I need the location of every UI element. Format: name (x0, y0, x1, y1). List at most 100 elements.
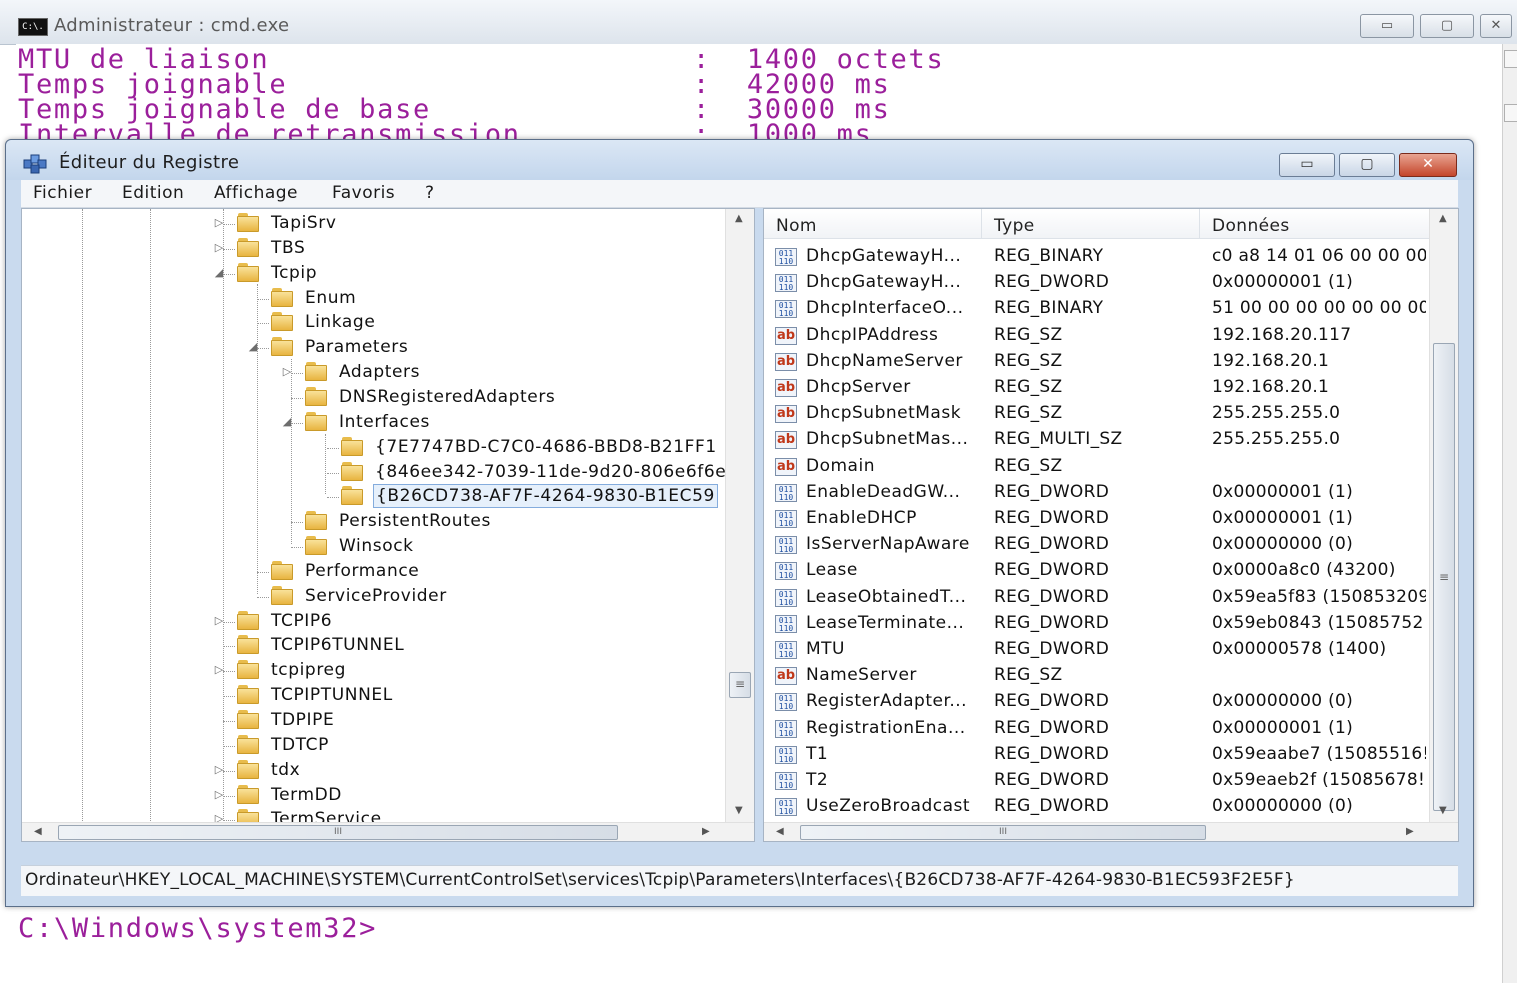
value-row[interactable]: ab DhcpSubnetMask REG_SZ 255.255.255.0 (764, 401, 1424, 427)
scroll-up-icon[interactable]: ▲ (1439, 213, 1447, 224)
folder-body (305, 514, 327, 531)
expand-arrow-icon[interactable]: ▷ (213, 763, 225, 776)
value-row[interactable]: 011 110 T2 REG_DWORD 0x59eaeb2f (15085678! (764, 768, 1425, 794)
value-name: Lease (806, 560, 858, 581)
minimize-icon: ▭ (1380, 18, 1394, 33)
scroll-down-icon[interactable]: ▼ (735, 805, 743, 816)
tree-vertical-scrollbar[interactable]: ▲ ≡ ▼ (725, 209, 754, 823)
value-row[interactable]: ab Domain REG_SZ (764, 454, 1424, 480)
expand-arrow-icon[interactable]: ▷ (213, 788, 225, 801)
value-row[interactable]: 011 110 IsServerNapAware REG_DWORD 0x000000… (764, 532, 1424, 558)
collapse-arrow-icon[interactable]: ◢ (213, 266, 225, 279)
tree-horizontal-scrollbar[interactable]: ◀ III ▶ (22, 822, 754, 841)
cmd-title-bar[interactable]: C:\. Administrateur : cmd.exe ▭ ▢ ✕ (0, 0, 1517, 45)
column-header-name[interactable]: Nom (764, 209, 982, 239)
folder-icon (305, 536, 327, 556)
scroll-right-icon[interactable]: ▶ (702, 826, 710, 837)
expand-arrow-icon[interactable]: ▷ (213, 216, 225, 229)
close-icon: ✕ (1422, 156, 1434, 172)
scroll-right-icon[interactable]: ▶ (1406, 826, 1414, 837)
list-hscroll-thumb[interactable]: III (800, 825, 1206, 840)
string-value-icon: ab (775, 405, 797, 424)
expand-arrow-icon[interactable]: ▷ (281, 365, 293, 378)
scroll-up-icon[interactable]: ▲ (735, 213, 743, 224)
collapse-arrow-icon[interactable]: ◢ (281, 415, 293, 428)
folder-body (237, 663, 259, 680)
tree-node-label: Winsock (339, 536, 414, 557)
cmd-vertical-scrollbar[interactable] (1502, 44, 1517, 983)
value-row[interactable]: ab DhcpNameServer REG_SZ 192.168.20.1 (764, 349, 1424, 375)
tree-hscroll-thumb[interactable]: III (58, 825, 618, 840)
scroll-left-icon[interactable]: ◀ (34, 826, 42, 837)
folder-body (271, 340, 293, 357)
menu-favoris[interactable]: Favoris (332, 183, 395, 203)
cmd-window-title: Administrateur : cmd.exe (54, 15, 290, 36)
regedit-maximize-button[interactable]: ▢ (1339, 153, 1395, 177)
menu-edition[interactable]: Edition (122, 183, 184, 203)
list-horizontal-scrollbar[interactable]: ◀ III ▶ (764, 822, 1458, 841)
menu-affichage[interactable]: Affichage (214, 183, 298, 203)
value-row[interactable]: 011 110 LeaseTerminate... REG_DWORD 0x59eb0… (764, 611, 1426, 637)
menu-help[interactable]: ? (425, 183, 435, 203)
folder-icon (237, 610, 259, 630)
value-name: EnableDeadGW... (806, 481, 961, 502)
string-value-icon: ab (775, 667, 797, 686)
value-data: 0x00000578 (1400) (1212, 639, 1387, 659)
value-data: 0x00000000 (0) (1212, 691, 1354, 712)
regedit-minimize-button[interactable]: ▭ (1279, 153, 1335, 177)
value-row[interactable]: 011 110 UseZeroBroadcast REG_DWORD 0x000000… (764, 794, 1424, 820)
expand-arrow-icon[interactable]: ▷ (213, 614, 225, 627)
cmd-scroll-up-button[interactable] (1504, 50, 1517, 68)
value-row[interactable]: 011 110 Lease REG_DWORD 0x0000a8c0 (43200) (764, 558, 1424, 584)
string-value-icon: ab (775, 457, 797, 476)
collapse-arrow-icon[interactable]: ◢ (247, 340, 259, 353)
value-row[interactable]: 011 110 RegistrationEna... REG_DWORD 0x0000… (764, 716, 1424, 742)
value-row[interactable]: ab NameServer REG_SZ (764, 663, 1424, 689)
value-row[interactable]: 011 110 LeaseObtainedT... REG_DWORD 0x59ea5… (764, 585, 1426, 611)
registry-values-list[interactable]: Nom Type Données 011 110 DhcpGatewayH... R… (763, 208, 1459, 842)
value-data: 0x59eb0843 (15085752! (1212, 612, 1426, 633)
value-row[interactable]: 011 110 DhcpGatewayH... REG_BINARY c0 a8 14… (764, 244, 1426, 270)
value-row[interactable]: ab DhcpServer REG_SZ 192.168.20.1 (764, 375, 1424, 401)
cmd-minimize-button[interactable]: ▭ (1360, 14, 1414, 38)
tree-node-label: Linkage (305, 312, 376, 333)
list-vertical-scrollbar[interactable]: ▲ ≡ ▼ (1429, 209, 1458, 823)
value-row[interactable]: 011 110 DhcpInterfaceO... REG_BINARY 51 00 … (764, 296, 1426, 322)
value-name: MTU (806, 639, 845, 659)
column-header-type[interactable]: Type (982, 209, 1200, 239)
cmd-close-button[interactable]: ✕ (1480, 14, 1512, 38)
registry-key-tree[interactable]: ▷ TapiSrv ▷ TBS ◢ Tcpip Enum Linkage ◢ Parameters… (21, 208, 755, 842)
cmd-scroll-thumb[interactable] (1504, 104, 1517, 122)
tree-vscroll-thumb[interactable]: ≡ (729, 672, 751, 698)
menu-fichier[interactable]: Fichier (33, 183, 92, 203)
value-row[interactable]: 011 110 EnableDHCP REG_DWORD 0x00000001 (1) (764, 506, 1424, 532)
value-row[interactable]: ab DhcpSubnetMas... REG_MULTI_SZ 255.255.25… (764, 427, 1424, 453)
tree-connector (223, 646, 235, 648)
value-row[interactable]: 011 110 RegisterAdapter... REG_DWORD 0x0000… (764, 689, 1424, 715)
column-header-data[interactable]: Données (1200, 209, 1430, 239)
regedit-close-button[interactable]: ✕ (1399, 153, 1457, 177)
grip-icon: III (999, 827, 1007, 837)
value-data: 0x00000001 (1) (1212, 508, 1354, 528)
expand-arrow-icon[interactable]: ▷ (213, 663, 225, 676)
folder-icon (305, 511, 327, 531)
regedit-title-bar[interactable]: Éditeur du Registre ▭ ▢ ✕ (6, 140, 1473, 180)
expand-arrow-icon[interactable]: ▷ (213, 241, 225, 254)
scroll-left-icon[interactable]: ◀ (776, 826, 784, 837)
folder-body (237, 713, 259, 729)
value-row[interactable]: ab DhcpIPAddress REG_SZ 192.168.20.117 (764, 323, 1424, 349)
value-row[interactable]: 011 110 EnableDeadGW... REG_DWORD 0x0000000… (764, 480, 1424, 506)
value-data: 0x00000001 (1) (1212, 272, 1354, 293)
cmd-maximize-button[interactable]: ▢ (1420, 14, 1474, 38)
list-vscroll-thumb[interactable]: ≡ (1433, 343, 1455, 811)
grip-icon: ≡ (1438, 570, 1450, 584)
value-type: REG_DWORD (994, 586, 1110, 607)
folder-body (237, 265, 259, 282)
value-row[interactable]: 011 110 T1 REG_DWORD 0x59eaabe7 (15085516! (764, 742, 1426, 768)
folder-body (237, 240, 259, 257)
scroll-down-icon[interactable]: ▼ (1439, 805, 1447, 816)
value-row[interactable]: 011 110 DhcpGatewayH... REG_DWORD 0x0000000… (764, 270, 1424, 296)
value-row[interactable]: 011 110 MTU REG_DWORD 0x00000578 (1400) (764, 637, 1424, 663)
folder-body (271, 315, 293, 332)
binary-value-icon: 011 110 (775, 588, 797, 607)
